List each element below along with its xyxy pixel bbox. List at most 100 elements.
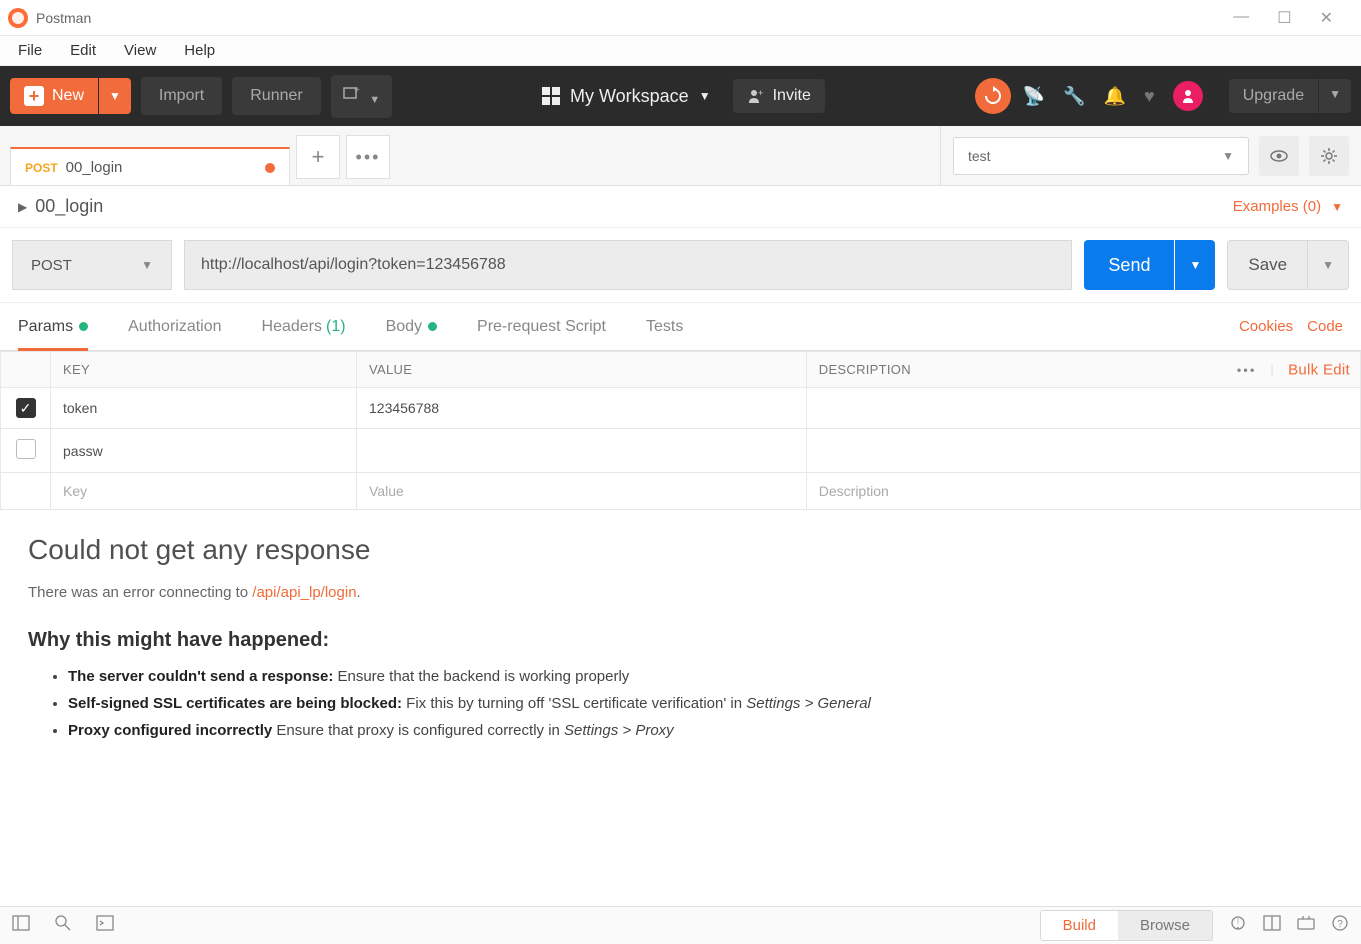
param-desc-cell[interactable] bbox=[806, 388, 1360, 429]
environment-preview-button[interactable] bbox=[1259, 136, 1299, 176]
reasons-list: The server couldn't send a response: Ens… bbox=[28, 668, 1333, 739]
help-icon[interactable]: ? bbox=[1331, 914, 1349, 937]
bell-icon[interactable]: 🔔 bbox=[1104, 86, 1126, 107]
param-value-placeholder[interactable]: Value bbox=[357, 473, 807, 510]
param-desc-placeholder[interactable]: Description bbox=[806, 473, 1360, 510]
url-input[interactable] bbox=[184, 240, 1072, 290]
param-value-cell[interactable] bbox=[357, 429, 807, 473]
menu-edit[interactable]: Edit bbox=[56, 38, 110, 63]
workspace-label: My Workspace bbox=[570, 86, 689, 107]
send-dropdown-caret[interactable]: ▼ bbox=[1175, 240, 1215, 290]
new-tab-button[interactable]: + bbox=[296, 135, 340, 179]
keyboard-shortcuts-icon[interactable] bbox=[1297, 914, 1315, 937]
tab-area: POST 00_login + ••• test ▼ bbox=[0, 126, 1361, 186]
build-toggle[interactable]: Build bbox=[1041, 911, 1118, 940]
examples-dropdown[interactable]: Examples (0) ▼ bbox=[1233, 198, 1343, 215]
close-icon[interactable]: ✕ bbox=[1320, 8, 1333, 28]
tab-tests[interactable]: Tests bbox=[646, 304, 683, 350]
find-icon[interactable] bbox=[54, 914, 72, 937]
request-name-row: ▶ 00_login Examples (0) ▼ bbox=[0, 186, 1361, 228]
environment-selector[interactable]: test ▼ bbox=[953, 137, 1249, 175]
new-window-button[interactable]: + ▼ bbox=[331, 75, 392, 118]
table-options-icon[interactable]: ••• bbox=[1237, 362, 1257, 377]
minimize-icon[interactable]: — bbox=[1233, 8, 1249, 28]
settings-button[interactable] bbox=[1309, 136, 1349, 176]
body-indicator-icon bbox=[428, 322, 437, 331]
row-checkbox[interactable]: ✓ bbox=[16, 398, 36, 418]
examples-label: Examples (0) bbox=[1233, 198, 1321, 215]
new-dropdown-caret[interactable]: ▼ bbox=[99, 78, 131, 114]
two-pane-icon[interactable] bbox=[1263, 914, 1281, 937]
request-sub-tabs: Params Authorization Headers(1) Body Pre… bbox=[0, 303, 1361, 351]
import-button[interactable]: Import bbox=[141, 77, 222, 115]
param-key-placeholder[interactable]: Key bbox=[51, 473, 357, 510]
menu-view[interactable]: View bbox=[110, 38, 170, 63]
code-link[interactable]: Code bbox=[1307, 318, 1343, 335]
browse-toggle[interactable]: Browse bbox=[1118, 911, 1212, 940]
param-value-cell[interactable]: 123456788 bbox=[357, 388, 807, 429]
runner-button[interactable]: Runner bbox=[232, 77, 320, 115]
console-icon[interactable] bbox=[96, 914, 114, 937]
http-method-selector[interactable]: POST ▼ bbox=[12, 240, 172, 290]
save-button[interactable]: Save bbox=[1227, 240, 1308, 290]
description-column-header: DESCRIPTION ••• | Bulk Edit bbox=[806, 352, 1360, 388]
tab-options-button[interactable]: ••• bbox=[346, 135, 390, 179]
tab-body[interactable]: Body bbox=[386, 304, 437, 350]
tab-title: 00_login bbox=[66, 159, 123, 176]
request-name[interactable]: 00_login bbox=[35, 196, 103, 217]
menu-help[interactable]: Help bbox=[170, 38, 229, 63]
response-error-intro: There was an error connecting to /api/ap… bbox=[28, 584, 1333, 601]
list-item: The server couldn't send a response: Ens… bbox=[68, 668, 1333, 685]
upgrade-dropdown-caret[interactable]: ▼ bbox=[1319, 79, 1351, 113]
avatar-icon bbox=[1180, 88, 1196, 104]
request-tab[interactable]: POST 00_login bbox=[10, 147, 290, 185]
checkbox-column-header bbox=[1, 352, 51, 388]
postman-logo-icon bbox=[8, 8, 28, 28]
status-bar: Build Browse ? bbox=[0, 906, 1361, 944]
send-button[interactable]: Send bbox=[1084, 240, 1174, 290]
tab-authorization[interactable]: Authorization bbox=[128, 304, 221, 350]
save-dropdown-caret[interactable]: ▼ bbox=[1308, 240, 1349, 290]
satellite-icon[interactable]: 📡 bbox=[1023, 86, 1045, 107]
table-row: passw bbox=[1, 429, 1361, 473]
wrench-icon[interactable]: 🔧 bbox=[1063, 86, 1085, 107]
gear-icon bbox=[1319, 146, 1339, 166]
collapse-toggle-icon[interactable]: ▶ bbox=[18, 200, 27, 214]
url-row: POST ▼ Send ▼ Save ▼ bbox=[0, 228, 1361, 303]
params-indicator-icon bbox=[79, 322, 88, 331]
user-avatar[interactable] bbox=[1173, 81, 1203, 111]
plus-icon: + bbox=[24, 86, 44, 106]
cookies-link[interactable]: Cookies bbox=[1239, 318, 1293, 335]
eye-icon bbox=[1269, 146, 1289, 166]
bootcamp-icon[interactable] bbox=[1229, 914, 1247, 937]
tab-pre-request-script[interactable]: Pre-request Script bbox=[477, 304, 606, 350]
main-toolbar: +New ▼ Import Runner + ▼ My Workspace ▼ … bbox=[0, 66, 1361, 126]
list-item: Proxy configured incorrectly Ensure that… bbox=[68, 722, 1333, 739]
error-url-link[interactable]: /api/api_lp/login bbox=[252, 584, 356, 601]
param-key-cell[interactable]: passw bbox=[51, 429, 357, 473]
title-bar: Postman — ☐ ✕ bbox=[0, 0, 1361, 36]
row-checkbox[interactable] bbox=[16, 439, 36, 459]
menu-bar: File Edit View Help bbox=[0, 36, 1361, 66]
chevron-down-icon: ▼ bbox=[141, 258, 153, 272]
invite-button[interactable]: + Invite bbox=[733, 79, 825, 113]
bulk-edit-link[interactable]: Bulk Edit bbox=[1288, 361, 1350, 378]
maximize-icon[interactable]: ☐ bbox=[1277, 8, 1291, 28]
person-plus-icon: + bbox=[747, 87, 765, 105]
tab-headers[interactable]: Headers(1) bbox=[262, 304, 346, 350]
param-key-cell[interactable]: token bbox=[51, 388, 357, 429]
value-column-header: VALUE bbox=[357, 352, 807, 388]
new-button-label: New bbox=[52, 87, 84, 105]
upgrade-button[interactable]: Upgrade bbox=[1229, 79, 1318, 113]
sync-button[interactable] bbox=[975, 78, 1011, 114]
svg-text:?: ? bbox=[1337, 919, 1343, 930]
tab-params[interactable]: Params bbox=[18, 304, 88, 350]
menu-file[interactable]: File bbox=[4, 38, 56, 63]
heart-icon[interactable]: ♥ bbox=[1144, 86, 1155, 107]
build-browse-toggle: Build Browse bbox=[1040, 910, 1213, 941]
param-desc-cell[interactable] bbox=[806, 429, 1360, 473]
workspace-selector[interactable]: My Workspace ▼ bbox=[530, 78, 723, 115]
sidebar-toggle-icon[interactable] bbox=[12, 914, 30, 937]
svg-text:+: + bbox=[354, 85, 360, 96]
new-button[interactable]: + New bbox=[10, 78, 98, 114]
